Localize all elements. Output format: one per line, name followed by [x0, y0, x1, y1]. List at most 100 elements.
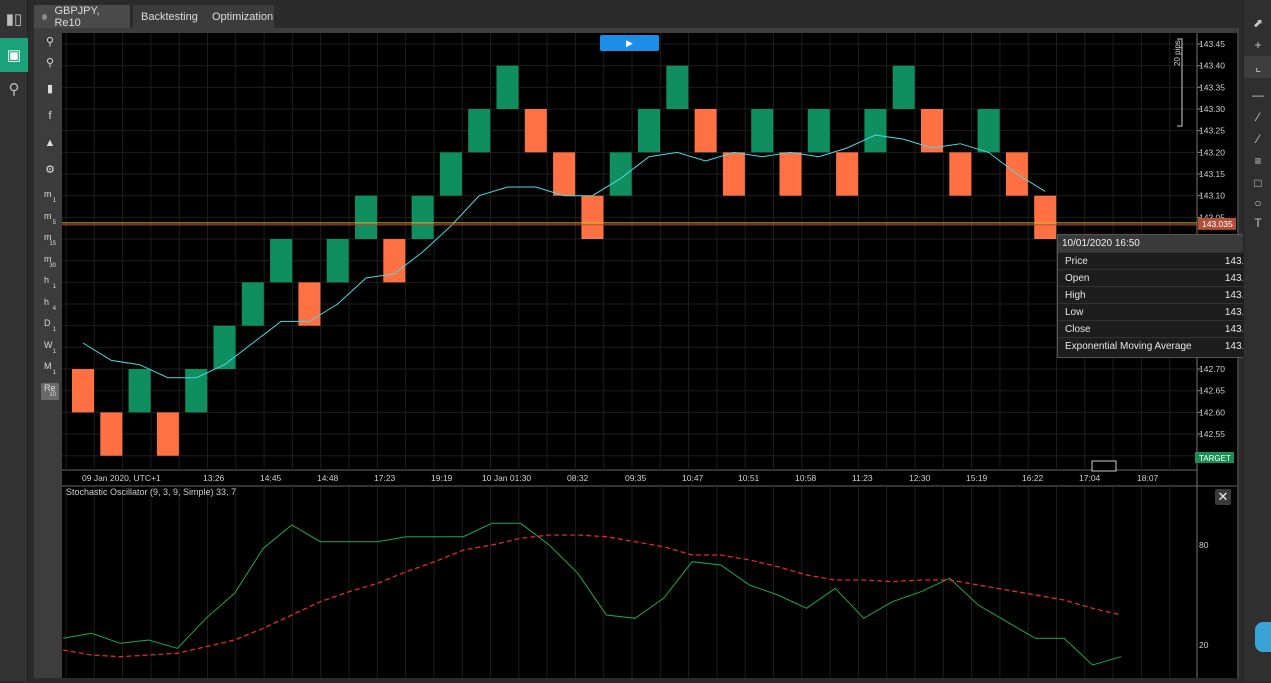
renko-brick: [241, 282, 264, 326]
facebook-icon[interactable]: f: [41, 109, 59, 126]
rectangle-icon[interactable]: □: [1244, 172, 1271, 194]
tooltip-date: 10/01/2020 16:50: [1058, 235, 1268, 252]
circle-icon[interactable]: ○: [1244, 192, 1271, 214]
play-icon: ▶: [626, 37, 633, 48]
left-rail: ▮▯ ▣ ⚲: [0, 0, 28, 681]
chart-area[interactable]: 143.45 143.40 143.35 143.30 143.25 143.20 143.…: [62, 33, 1237, 683]
current-price-label: 143.035: [1202, 219, 1233, 229]
time-tick-label: 11:23: [852, 473, 873, 483]
tab-label: GBPJPY, Re10: [54, 4, 100, 29]
stoch-level-label: 80: [1199, 540, 1209, 550]
tooltip-row: Exponential Moving Average143.166: [1058, 337, 1268, 354]
renko-brick: [128, 369, 151, 413]
renko-brick: [609, 152, 632, 196]
timeframe-renko10[interactable]: Re 10: [41, 383, 59, 400]
tooltip-row: Low143.000: [1058, 303, 1268, 320]
time-axis-bg: [62, 470, 1237, 486]
renko-brick: [439, 152, 462, 196]
renko-brick: [864, 109, 887, 153]
renko-brick: [751, 109, 774, 153]
time-tick-label: 12:30: [909, 473, 931, 483]
drawing-icon[interactable]: ▲: [41, 136, 59, 153]
price-tick-label: 143.40: [1199, 61, 1225, 71]
tab-status-icon: [42, 13, 48, 20]
timeframe-mn1[interactable]: M1: [41, 361, 59, 378]
renko-brick: [836, 152, 859, 196]
tooltip-row: Price143.035: [1058, 252, 1268, 269]
renko-brick: [326, 239, 349, 283]
renko-brick: [666, 65, 689, 110]
chart-type-icon[interactable]: ▮: [41, 82, 59, 99]
time-tick-label: 16:22: [1022, 473, 1044, 483]
time-tick-label: 08:32: [567, 473, 589, 483]
robot-icon[interactable]: ▣: [0, 38, 28, 72]
timeframe-w1[interactable]: W1: [41, 340, 59, 357]
timeframe-h1[interactable]: h1: [41, 275, 59, 292]
close-icon[interactable]: ✕: [1215, 489, 1231, 505]
play-button[interactable]: ▶: [600, 35, 659, 51]
price-tick-label: 143.25: [1199, 126, 1225, 136]
candles-icon[interactable]: ▮▯: [0, 2, 28, 36]
time-tick-label: 10 Jan 01:30: [482, 473, 531, 483]
crosshair-icon[interactable]: +: [1244, 34, 1271, 56]
zoom-out-icon[interactable]: ⚲: [41, 56, 59, 73]
horizontal-line-icon[interactable]: —: [1244, 84, 1271, 106]
renko-brick: [524, 109, 547, 153]
indicator-pane-bg: [62, 486, 1237, 678]
price-tick-label: 142.65: [1199, 386, 1225, 396]
timeframe-d1[interactable]: D1: [41, 318, 59, 335]
price-tooltip: 10/01/2020 16:50 Price143.035 Open143.10…: [1057, 234, 1269, 358]
renko-brick: [468, 109, 491, 153]
time-tick-label: 13:26: [203, 473, 225, 483]
timeframe-m1[interactable]: m1: [41, 189, 59, 206]
renko-brick: [694, 109, 717, 153]
tab-optimization[interactable]: Optimization: [204, 5, 274, 28]
timeframe-m15[interactable]: m 15: [41, 232, 59, 249]
renko-brick: [638, 109, 660, 153]
renko-brick: [581, 195, 604, 240]
fibonacci-icon[interactable]: ≡: [1244, 150, 1271, 172]
time-tick-label: 10:51: [738, 473, 760, 483]
tab-label: Optimization: [212, 10, 274, 23]
indicator-title: Stochastic Oscillator (9, 3, 9, Simple) …: [66, 487, 237, 497]
time-tick-label: 18:07: [1137, 473, 1159, 483]
renko-brick: [807, 109, 830, 153]
time-tick-label: 17:04: [1079, 473, 1101, 483]
renko-brick: [383, 239, 406, 283]
price-tick-label: 143.35: [1199, 82, 1225, 92]
analyze-icon[interactable]: ⚲: [0, 72, 28, 106]
price-tick-label: 143.45: [1199, 39, 1225, 49]
timeframe-h4[interactable]: h4: [41, 297, 59, 314]
channel-icon[interactable]: ⁄: [1244, 128, 1271, 150]
price-tick-label: 142.60: [1199, 407, 1225, 417]
timeframe-m5[interactable]: m5: [41, 211, 59, 228]
tab-backtesting[interactable]: Backtesting: [133, 5, 205, 28]
renko-brick: [949, 152, 972, 196]
settings-icon[interactable]: ⚙: [41, 163, 59, 180]
price-tick-label: 143.20: [1199, 147, 1225, 157]
renko-brick: [779, 152, 802, 196]
time-tick-label: 10:58: [795, 473, 817, 483]
time-tick-label: 09:35: [625, 473, 647, 483]
price-tick-label: 142.70: [1199, 364, 1225, 374]
tab-gbpjpy[interactable]: GBPJPY, Re10: [34, 4, 130, 29]
zoom-in-icon[interactable]: ⚲: [41, 35, 59, 52]
time-tick-label: 17:23: [374, 473, 396, 483]
renko-brick: [185, 369, 208, 413]
renko-brick: [156, 412, 179, 456]
trend-line-icon[interactable]: ∕: [1244, 106, 1271, 128]
stoch-level-label: 20: [1199, 640, 1209, 650]
magnet-icon[interactable]: ⌞: [1244, 56, 1271, 78]
renko-brick: [722, 152, 745, 196]
cursor-icon[interactable]: ⬈: [1244, 12, 1271, 34]
widget-toggle[interactable]: [1255, 622, 1271, 652]
pips-label: 20 pips: [1173, 40, 1182, 66]
price-tick-label: 143.15: [1199, 169, 1225, 179]
timeframe-m30[interactable]: m 30: [41, 254, 59, 271]
price-tick-label: 143.30: [1199, 104, 1225, 114]
renko-brick: [270, 239, 293, 283]
text-icon[interactable]: T: [1244, 212, 1271, 234]
renko-brick: [213, 325, 236, 370]
price-tick-label: 142.55: [1199, 429, 1225, 439]
target-label: TARGET: [1199, 454, 1231, 463]
